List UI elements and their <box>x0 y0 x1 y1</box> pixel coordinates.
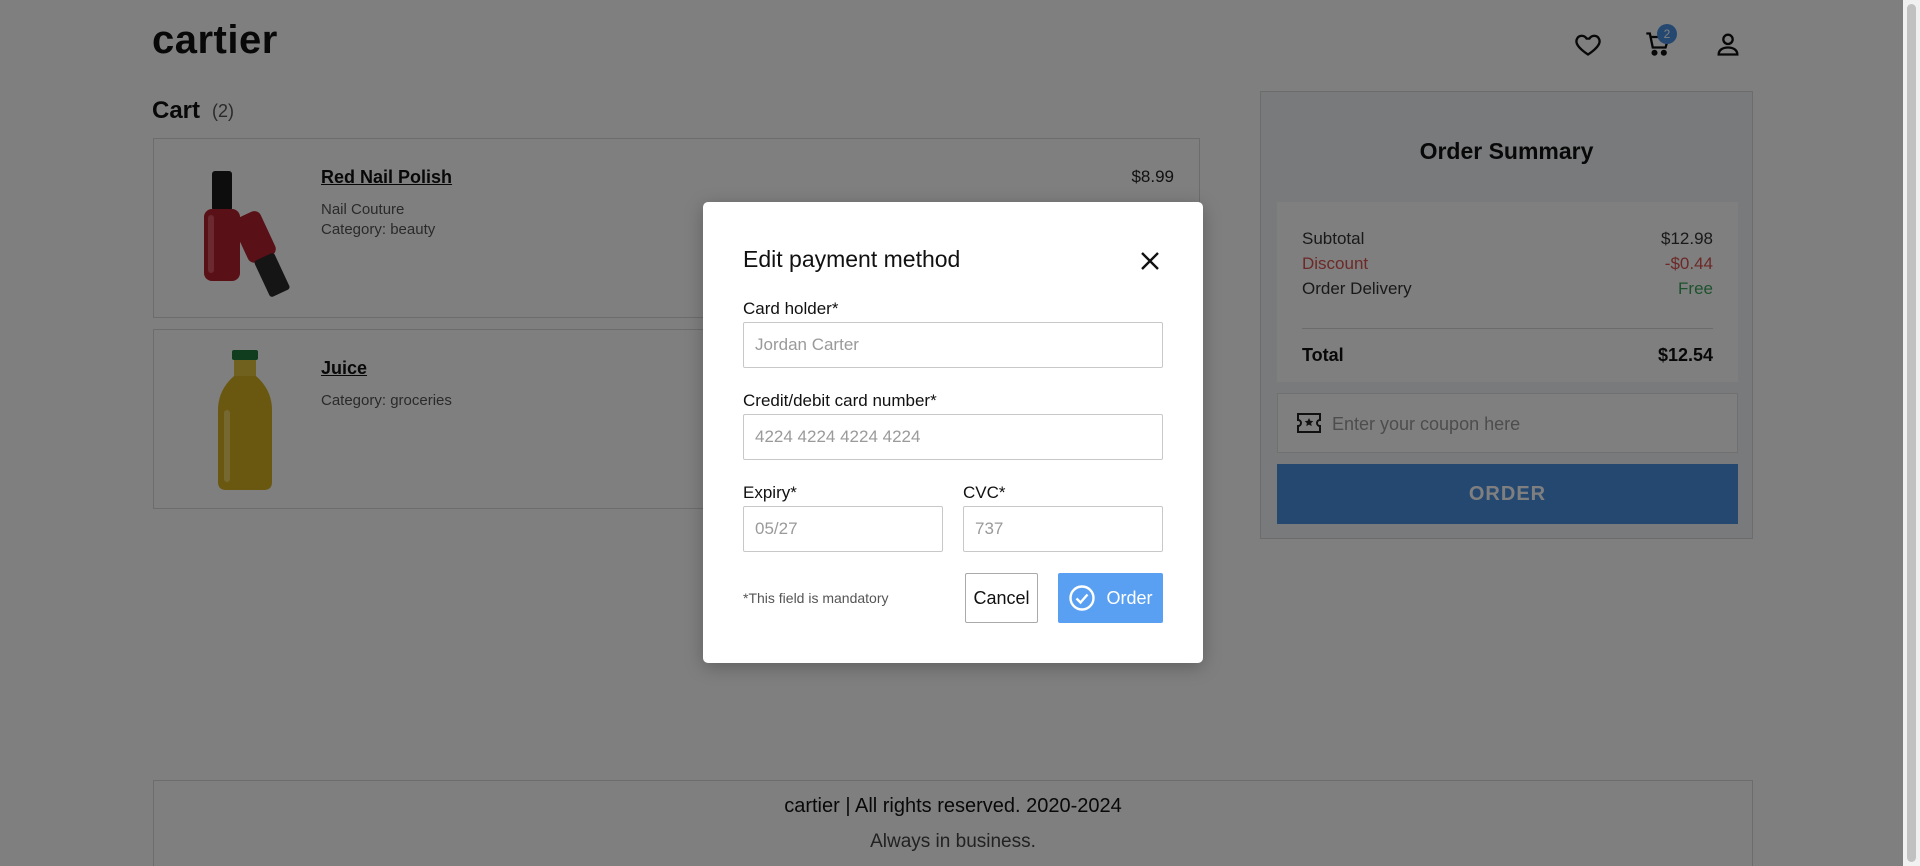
expiry-label: Expiry* <box>743 483 797 502</box>
modal-order-button[interactable]: Order <box>1058 573 1163 623</box>
modal-order-label: Order <box>1106 587 1153 608</box>
expiry-input[interactable] <box>743 506 943 552</box>
scrollbar-thumb[interactable] <box>1907 4 1916 862</box>
modal-title: Edit payment method <box>743 246 961 272</box>
card-number-input[interactable] <box>743 414 1163 460</box>
cvc-label: CVC* <box>963 483 1006 502</box>
check-circle-icon <box>1069 585 1096 611</box>
cvc-input[interactable] <box>963 506 1163 552</box>
mandatory-note: *This field is mandatory <box>743 590 889 606</box>
card-holder-input[interactable] <box>743 322 1163 368</box>
card-holder-label: Card holder* <box>743 299 839 318</box>
edit-payment-modal: Edit payment method Card holder* Credit/… <box>703 202 1203 663</box>
close-icon[interactable] <box>1135 246 1165 276</box>
card-number-label: Credit/debit card number* <box>743 391 937 410</box>
page-scrollbar[interactable] <box>1903 0 1920 866</box>
cancel-button[interactable]: Cancel <box>965 573 1038 623</box>
